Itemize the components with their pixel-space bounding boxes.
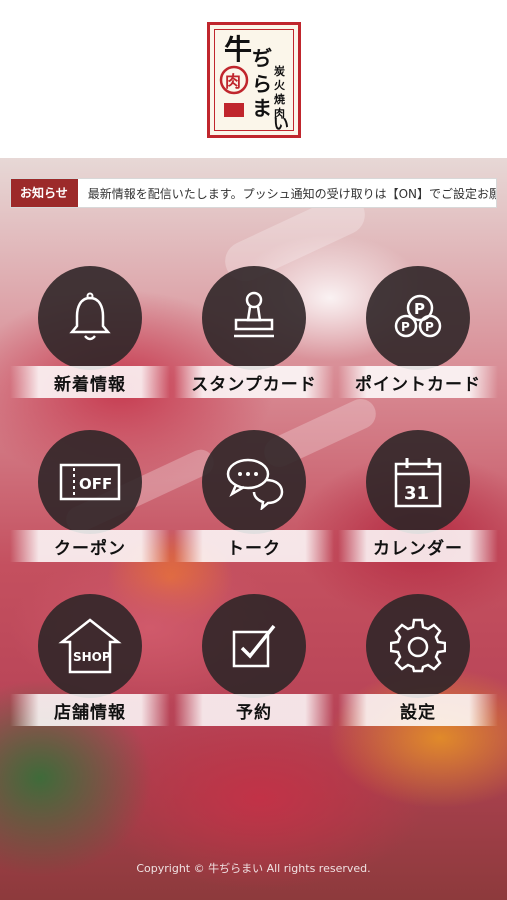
menu-point-card[interactable]: P P P ポイントカード (338, 266, 498, 416)
menu-calendar[interactable]: 31 カレンダー (338, 430, 498, 580)
menu-label: 新着情報 (54, 375, 126, 395)
reservation-circle (202, 594, 306, 698)
menu-shop-info[interactable]: SHOP 店舗情報 (10, 594, 170, 744)
talk-circle (202, 430, 306, 534)
menu-label: スタンプカード (191, 375, 317, 395)
menu-label: クーポン (54, 539, 126, 559)
notice-message: 最新情報を配信いたします。プッシュ通知の受け取りは【ON】でご設定お願いします。 (87, 186, 497, 201)
svg-text:P: P (414, 300, 425, 318)
svg-text:P: P (401, 320, 410, 334)
svg-text:牛: 牛 (224, 33, 252, 66)
shop-circle: SHOP (38, 594, 142, 698)
menu-news[interactable]: 新着情報 (10, 266, 170, 416)
coupon-icon-text: OFF (79, 475, 112, 493)
svg-text:ま: ま (252, 96, 272, 120)
calendar-icon-text: 31 (404, 483, 429, 504)
shop-icon-text: SHOP (73, 650, 111, 664)
app-header: 牛 肉 ぢ ら ま 炭 火 焼 肉 い (0, 0, 507, 158)
gear-icon (390, 618, 446, 673)
news-ticker[interactable]: お知らせ 最新情報を配信いたします。プッシュ通知の受け取りは【ON】でご設定お願… (10, 178, 497, 208)
menu-talk[interactable]: トーク (174, 430, 334, 580)
bell-icon (69, 292, 111, 341)
brand-logo: 牛 肉 ぢ ら ま 炭 火 焼 肉 い (206, 22, 301, 138)
reservation-icon (232, 624, 276, 668)
svg-text:焼: 焼 (274, 92, 285, 106)
menu-reservation[interactable]: 予約 (174, 594, 334, 744)
stamp-circle (202, 266, 306, 370)
chat-icon (226, 458, 284, 510)
copyright-text: Copyright © 牛ぢらまい All rights reserved. (136, 862, 371, 875)
points-circle: P P P (366, 266, 470, 370)
svg-text:ぢ: ぢ (252, 46, 272, 70)
points-icon: P P P (394, 294, 442, 338)
news-circle (38, 266, 142, 370)
logo-mark-icon: 牛 肉 ぢ ら ま 炭 火 焼 肉 い (219, 33, 289, 133)
menu-label: 設定 (400, 703, 436, 723)
settings-circle (366, 594, 470, 698)
menu-label: 予約 (236, 703, 272, 723)
svg-text:火: 火 (274, 79, 286, 92)
calendar-icon: 31 (394, 458, 442, 508)
svg-text:肉: 肉 (225, 72, 241, 91)
shop-icon: SHOP (58, 618, 122, 674)
menu-label: トーク (227, 539, 281, 559)
svg-text:P: P (425, 320, 434, 334)
svg-text:ら: ら (252, 72, 272, 96)
stamp-icon (234, 291, 274, 338)
menu-settings[interactable]: 設定 (338, 594, 498, 744)
svg-text:炭: 炭 (274, 64, 285, 78)
menu-stamp-card[interactable]: スタンプカード (174, 266, 334, 416)
svg-text:い: い (273, 114, 289, 133)
menu-label: 店舗情報 (54, 703, 126, 723)
notice-badge: お知らせ (11, 179, 78, 207)
menu-label: ポイントカード (355, 375, 481, 395)
menu-coupon[interactable]: OFF クーポン (10, 430, 170, 580)
coupon-circle: OFF (38, 430, 142, 534)
calendar-circle: 31 (366, 430, 470, 534)
coupon-icon: OFF (59, 463, 121, 501)
menu-label: カレンダー (373, 539, 463, 559)
